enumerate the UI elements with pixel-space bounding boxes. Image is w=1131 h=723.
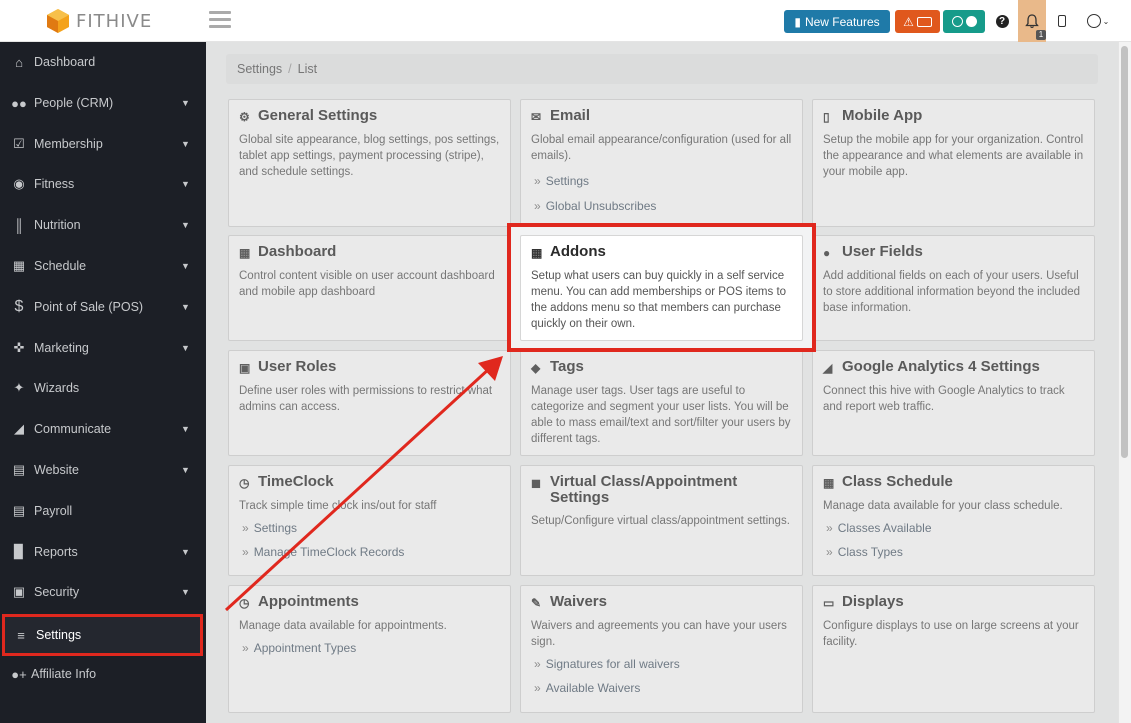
annotation-arrow <box>224 356 503 612</box>
scrollbar-thumb[interactable] <box>1121 46 1128 458</box>
